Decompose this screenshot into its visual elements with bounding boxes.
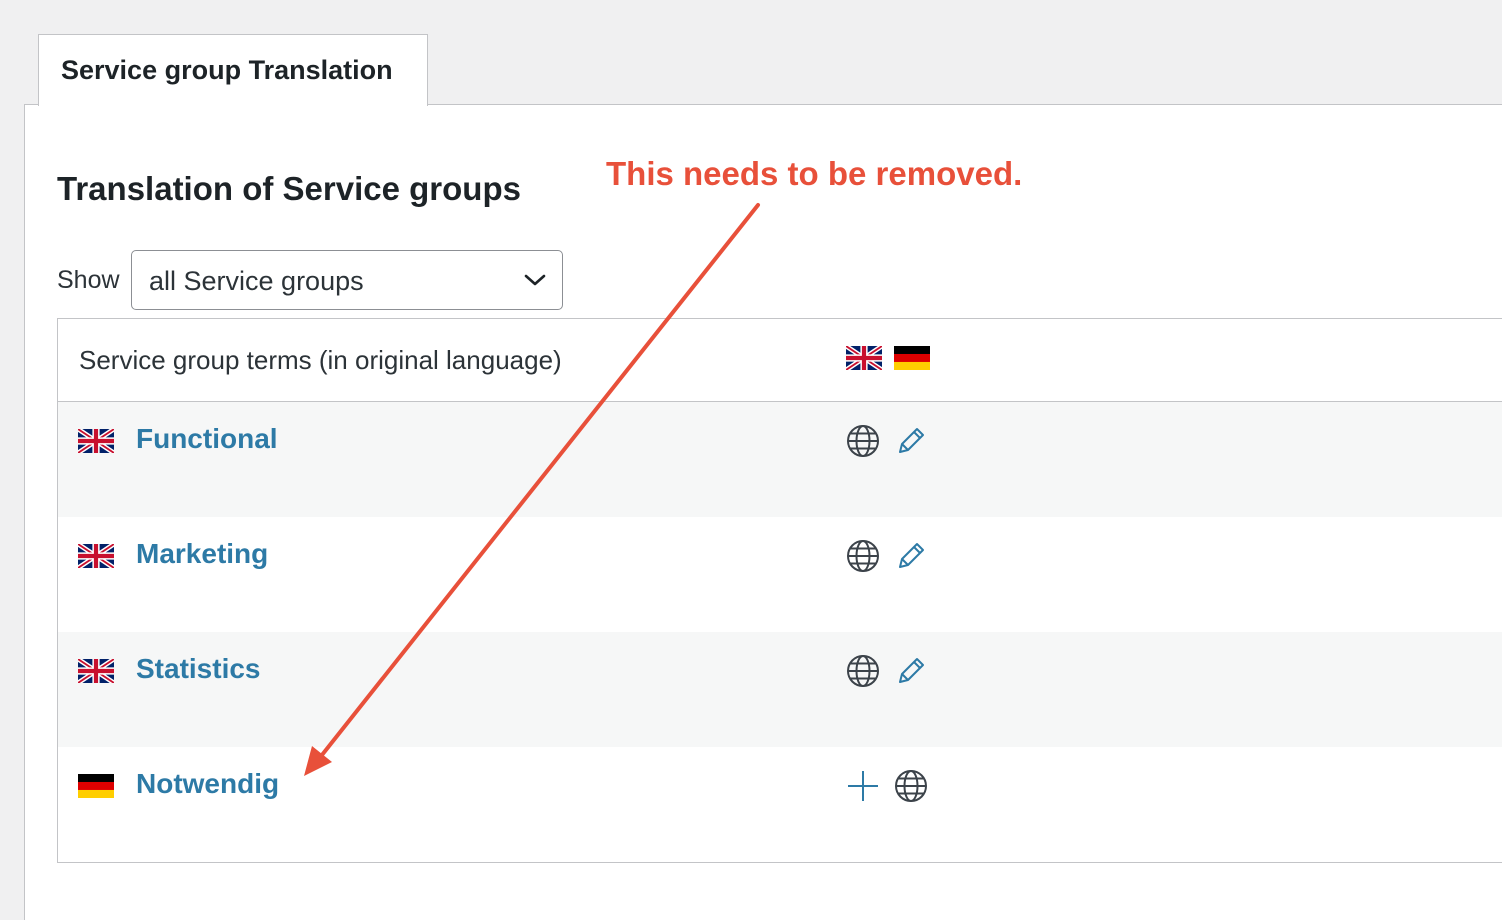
chevron-down-icon xyxy=(524,271,546,289)
term-link-functional[interactable]: Functional xyxy=(136,423,278,455)
table-row: Marketing xyxy=(58,517,1502,632)
globe-icon[interactable] xyxy=(846,424,880,458)
table-header: Service group terms (in original languag… xyxy=(58,319,1502,402)
globe-icon[interactable] xyxy=(846,654,880,688)
annotation-text: This needs to be removed. xyxy=(606,155,1023,192)
pencil-icon[interactable] xyxy=(894,424,928,458)
page-title: Translation of Service groups xyxy=(57,170,521,207)
table-row: Functional xyxy=(58,402,1502,517)
tab-service-group-translation[interactable]: Service group Translation xyxy=(38,34,428,106)
row-actions xyxy=(846,539,928,573)
pencil-icon[interactable] xyxy=(894,539,928,573)
row-actions xyxy=(846,424,928,458)
tab-label: Service group Translation xyxy=(61,55,393,85)
term-link-statistics[interactable]: Statistics xyxy=(136,653,261,685)
language-columns xyxy=(846,346,930,370)
globe-icon[interactable] xyxy=(846,539,880,573)
plus-icon[interactable] xyxy=(846,769,880,803)
de-flag-icon xyxy=(78,774,114,798)
en-flag-icon xyxy=(846,346,882,370)
term-link-notwendig[interactable]: Notwendig xyxy=(136,768,279,800)
en-flag-icon xyxy=(78,429,114,453)
de-flag-icon xyxy=(894,346,930,370)
globe-icon[interactable] xyxy=(894,769,928,803)
translation-table: Service group terms (in original languag… xyxy=(57,318,1502,863)
row-actions xyxy=(846,769,928,803)
service-group-filter-select[interactable]: all Service groups xyxy=(131,250,563,310)
select-value: all Service groups xyxy=(149,266,364,296)
en-flag-icon xyxy=(78,659,114,683)
column-header-terms: Service group terms (in original languag… xyxy=(79,345,562,375)
row-actions xyxy=(846,654,928,688)
show-label: Show xyxy=(57,266,120,294)
table-row: Statistics xyxy=(58,632,1502,747)
term-link-marketing[interactable]: Marketing xyxy=(136,538,268,570)
en-flag-icon xyxy=(78,544,114,568)
pencil-icon[interactable] xyxy=(894,654,928,688)
table-row: Notwendig xyxy=(58,747,1502,862)
